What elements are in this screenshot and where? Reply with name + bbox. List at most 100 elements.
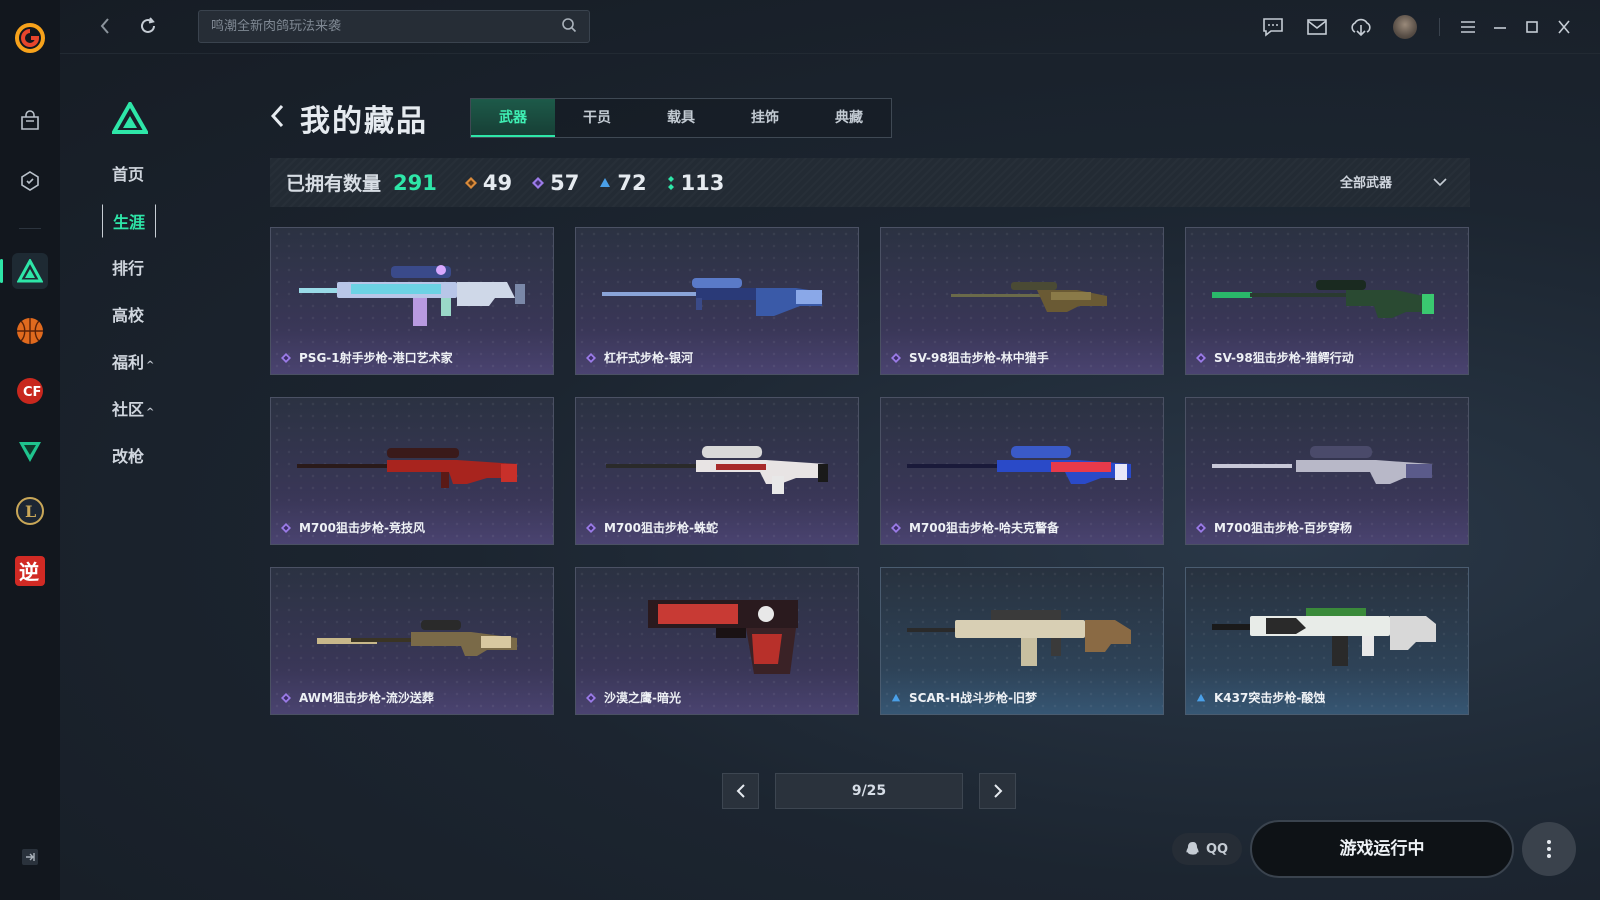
item-name: SV-98狙击步枪-林中猎手 (891, 349, 1049, 366)
weapon-card[interactable]: M700狙击步枪-蛛蛇 (575, 397, 859, 545)
sidebar-item-label: 社区 (112, 400, 145, 419)
search-icon[interactable] (561, 17, 577, 37)
qq-login-button[interactable]: QQ (1172, 833, 1242, 865)
delta-force-game-icon[interactable] (0, 253, 48, 289)
sidebar-item-gunsmith[interactable]: 改枪 (112, 443, 144, 467)
weapon-card[interactable]: SCAR-H战斗步枪-旧梦 (880, 567, 1164, 715)
game-tag-icon[interactable] (13, 164, 47, 198)
game-running-button[interactable]: 游戏运行中 (1250, 820, 1514, 878)
item-name-text: 杠杆式步枪-银河 (604, 351, 693, 365)
sniper-rifle-icon (1212, 446, 1432, 484)
sidebar-item-home[interactable]: 首页 (112, 161, 144, 185)
item-name: AWM狙击步枪-流沙送葬 (281, 689, 434, 706)
page-header: 我的藏品 (270, 96, 428, 140)
sidebar-item-college[interactable]: 高校 (112, 302, 144, 326)
next-page-button[interactable] (979, 773, 1016, 809)
sidebar-item-ranking[interactable]: 排行 (112, 255, 144, 279)
tab-collection[interactable]: 典藏 (807, 99, 891, 137)
pistol-icon (648, 600, 798, 674)
refresh-icon[interactable] (138, 15, 158, 41)
title-bar-actions (1251, 13, 1580, 41)
sniper-rifle-icon (907, 446, 1131, 484)
weapon-card[interactable]: K437突击步枪-酸蚀 (1185, 567, 1469, 715)
weapon-card[interactable]: SV-98狙击步枪-猎鳄行动 (1185, 227, 1469, 375)
purple-diamond-icon (1196, 522, 1206, 533)
maximize-icon[interactable] (1516, 13, 1548, 41)
blue-diamond-icon (600, 177, 611, 187)
tab-weapons[interactable]: 武器 (471, 99, 555, 137)
owned-count-total: 291 (393, 170, 437, 195)
rarity-count-orange: 49 (464, 170, 513, 195)
weapon-filter-dropdown[interactable]: 全部武器 (1340, 172, 1448, 191)
qq-penguin-icon (1186, 842, 1199, 855)
weapon-card[interactable]: SV-98狙击步枪-林中猎手 (880, 227, 1164, 375)
collection-stats-bar: 已拥有数量 291 49 57 72 113 全部武器 (270, 158, 1470, 207)
rifle-icon (602, 278, 822, 316)
svg-text:逆: 逆 (19, 560, 39, 584)
crossfire-game-icon[interactable]: CF (12, 373, 48, 409)
menu-icon[interactable] (1452, 13, 1484, 41)
rarity-count-purple: 57 (532, 171, 579, 195)
rifle-icon (907, 610, 1131, 666)
download-icon[interactable] (1339, 13, 1383, 41)
tab-vehicles[interactable]: 载具 (639, 99, 723, 137)
purple-diamond-icon (281, 692, 291, 703)
mail-icon[interactable] (1295, 13, 1339, 41)
close-icon[interactable] (1548, 13, 1580, 41)
svg-text:CF: CF (23, 385, 41, 400)
rarity-count: 113 (680, 170, 725, 195)
back-chevron-icon[interactable] (270, 103, 286, 133)
search-input[interactable] (211, 19, 561, 34)
category-tabs: 武器 干员 载具 挂饰 典藏 (470, 98, 892, 138)
blue-diamond-icon (1196, 693, 1206, 701)
rarity-count: 49 (482, 170, 513, 195)
item-name-text: SV-98狙击步枪-林中猎手 (909, 351, 1049, 365)
app-logo-icon[interactable] (14, 22, 46, 54)
owned-count-label: 已拥有数量 (286, 173, 382, 195)
rarity-count: 72 (617, 170, 647, 195)
weapon-filter-value: 全部武器 (1339, 176, 1392, 191)
tab-charms[interactable]: 挂饰 (723, 99, 807, 137)
item-name: M700狙击步枪-竞技风 (281, 519, 425, 536)
more-options-button[interactable] (1522, 822, 1576, 876)
item-name-text: SV-98狙击步枪-猎鳄行动 (1214, 351, 1354, 365)
league-game-icon[interactable]: L (12, 493, 48, 529)
weapon-card[interactable]: M700狙击步枪-百步穿杨 (1185, 397, 1469, 545)
search-bar (198, 10, 590, 43)
chevron-left-icon (736, 784, 745, 798)
page-title: 我的藏品 (300, 104, 428, 139)
sidebar-item-community[interactable]: 社区 ^ (112, 396, 154, 420)
sidebar-item-label: 福利 (112, 353, 145, 372)
item-name: SV-98狙击步枪-猎鳄行动 (1196, 349, 1354, 366)
valorant-game-icon[interactable] (12, 433, 48, 469)
chevron-right-icon (993, 784, 1002, 798)
sidebar-item-career[interactable]: 生涯 (102, 204, 157, 238)
rarity-count-green: 113 (667, 170, 725, 195)
weapon-card[interactable]: 沙漠之鹰-暗光 (575, 567, 859, 715)
weapon-card[interactable]: 杠杆式步枪-银河 (575, 227, 859, 375)
purple-diamond-icon (891, 352, 901, 363)
nishuihan-game-icon[interactable]: 逆 (12, 553, 48, 589)
sidebar-item-welfare[interactable]: 福利 ^ (112, 349, 154, 373)
weapon-card[interactable]: AWM狙击步枪-流沙送葬 (270, 567, 554, 715)
item-name: 沙漠之鹰-暗光 (586, 689, 681, 706)
rarity-count: 57 (550, 170, 580, 195)
weapon-card[interactable]: PSG-1射手步枪-港口艺术家 (270, 227, 554, 375)
item-name: M700狙击步枪-百步穿杨 (1196, 519, 1352, 536)
tab-operators[interactable]: 干员 (555, 99, 639, 137)
weapon-card[interactable]: M700狙击步枪-哈夫克警备 (880, 397, 1164, 545)
minimize-icon[interactable] (1484, 13, 1516, 41)
back-arrow-icon[interactable] (98, 16, 112, 40)
avatar[interactable] (1393, 15, 1417, 39)
rifle-icon (299, 265, 525, 326)
chat-icon[interactable] (1251, 13, 1295, 41)
blue-diamond-icon (891, 693, 901, 701)
svg-text:L: L (25, 502, 36, 521)
sniper-rifle-icon (1212, 280, 1434, 318)
purple-diamond-icon (586, 692, 596, 703)
prev-page-button[interactable] (722, 773, 759, 809)
store-bag-icon[interactable] (13, 104, 47, 138)
collapse-sidebar-icon[interactable] (21, 848, 39, 870)
weapon-card[interactable]: M700狙击步枪-竞技风 (270, 397, 554, 545)
basketball-game-icon[interactable] (12, 313, 48, 349)
